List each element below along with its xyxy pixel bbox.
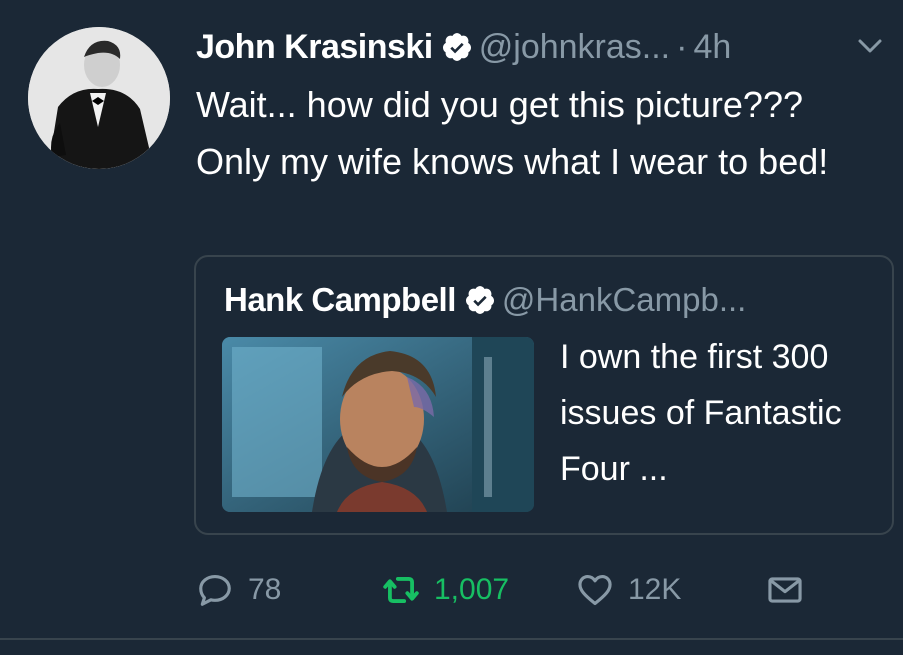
like-count: 12K xyxy=(628,573,682,606)
quoted-tweet-text: I own the first 300 issues of Fantastic … xyxy=(560,338,842,488)
direct-message-button[interactable] xyxy=(766,560,804,620)
chevron-down-icon[interactable] xyxy=(857,36,883,56)
avatar-photo xyxy=(28,27,170,169)
verified-badge-icon xyxy=(465,286,494,314)
retweet-button[interactable]: 1,007 xyxy=(382,560,509,620)
like-button[interactable]: 12K xyxy=(576,560,681,620)
quoted-tweet-card[interactable]: Hank Campbell @HankCampb... I own the fi… xyxy=(194,255,894,535)
author-name[interactable]: John Krasinski xyxy=(196,28,433,67)
reply-icon xyxy=(199,574,231,606)
author-handle[interactable]: @johnkras... xyxy=(479,28,670,67)
retweet-icon xyxy=(383,577,419,603)
divider xyxy=(0,638,903,640)
tweet-timestamp[interactable]: 4h xyxy=(693,28,731,67)
tweet-text: Wait... how did you get this picture??? … xyxy=(196,84,829,182)
reply-button[interactable]: 78 xyxy=(196,560,281,620)
heart-icon xyxy=(578,574,612,606)
quoted-author-handle: @HankCampb... xyxy=(501,281,747,318)
quoted-tweet-header: Hank Campbell @HankCampb... xyxy=(224,277,746,323)
quoted-photo xyxy=(222,337,534,512)
verified-badge-icon xyxy=(442,33,471,61)
reply-count: 78 xyxy=(248,573,282,606)
quoted-author-name: Hank Campbell xyxy=(224,281,456,318)
separator-dot: · xyxy=(676,27,688,66)
tweet-header: John Krasinski @johnkras... · 4h xyxy=(196,22,883,72)
author-avatar[interactable] xyxy=(28,27,170,169)
tweet-actions: 78 1,007 12K xyxy=(196,560,836,620)
envelope-icon xyxy=(768,577,802,603)
quoted-tweet-image[interactable] xyxy=(222,337,534,512)
retweet-count: 1,007 xyxy=(434,573,510,606)
